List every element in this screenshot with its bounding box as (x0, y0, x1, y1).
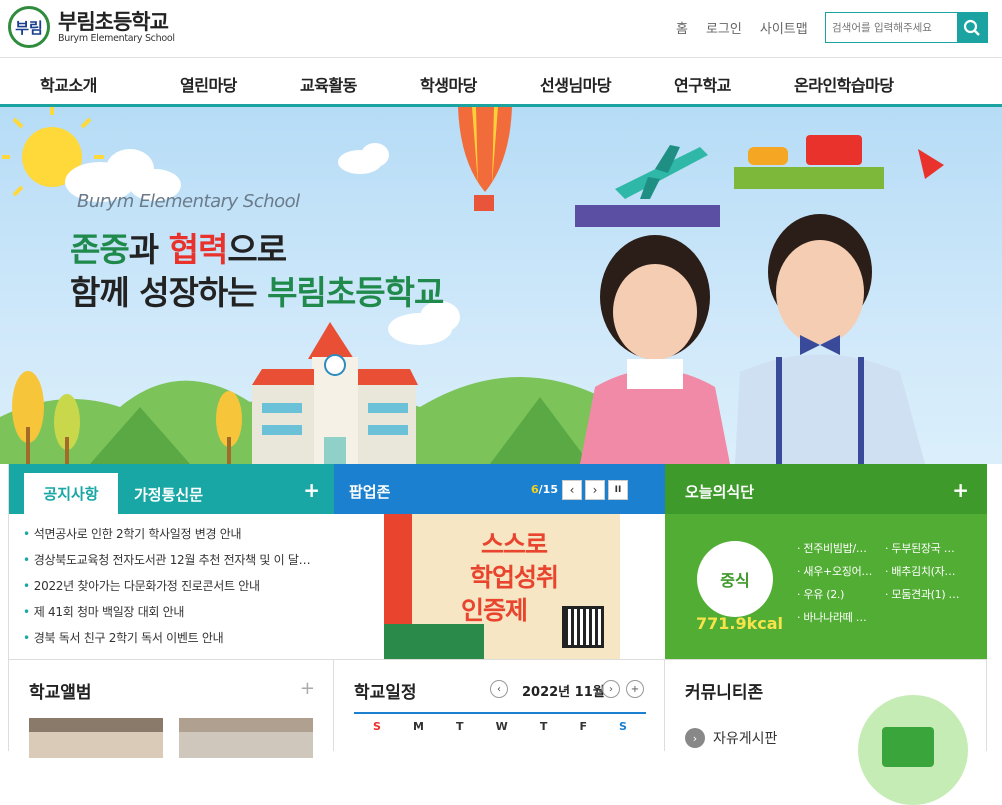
school-emblem-icon: 부림 (8, 6, 50, 48)
album-thumbnail[interactable] (29, 718, 163, 758)
sitemap-link[interactable]: 사이트맵 (760, 18, 808, 37)
album-panel: 학교앨범 + (8, 659, 334, 758)
notice-panel: 공지사항 가정통신문 + 석면공사로 인한 2학기 학사일정 변경 안내 경상북… (8, 464, 334, 660)
menu-item: · 우유 (2.) (797, 588, 845, 601)
menu-item: · 새우+오징어… (797, 565, 873, 578)
main-navigation: 학교소개 열린마당 교육활동 학생마당 선생님마당 연구학교 온라인학습마당 (0, 58, 1002, 107)
album-thumbnail[interactable] (179, 718, 313, 758)
poster-line2: 학업성취 (469, 563, 559, 592)
meal-panel: 오늘의식단 + 중식 771.9kcal · 전주비빔밥/… · 새우+오징어…… (665, 464, 987, 660)
list-item[interactable]: 제 41회 청마 백일장 대회 안내 (23, 602, 313, 628)
nav-school-intro[interactable]: 학교소개 (40, 72, 97, 96)
list-item[interactable]: 2022년 찾아가는 다문화가정 진로콘서트 안내 (23, 576, 313, 602)
poster-line3: 인증제 (460, 596, 528, 625)
calendar-month: 2022년 11월 (522, 685, 605, 700)
nav-research-school[interactable]: 연구학교 (674, 72, 731, 96)
popup-pager: 6/15 (531, 483, 558, 496)
popup-zone-panel: 팝업존 6/15 ‹ › II 스스로 학업성취 인증제 (334, 464, 665, 660)
menu-item: · 모둠견과(1) … (885, 588, 960, 601)
meal-kcal: 771.9kcal (696, 614, 784, 633)
popup-pause-button[interactable]: II (608, 480, 628, 500)
search-button[interactable] (957, 13, 987, 42)
calendar-weekdays: SMTWTFS (373, 720, 627, 733)
meal-more-button[interactable]: + (952, 478, 969, 502)
menu-item: · 두부된장국 … (885, 542, 955, 555)
calendar-prev-button[interactable]: ‹ (490, 680, 508, 698)
nav-students[interactable]: 학생마당 (420, 72, 477, 96)
search-icon (963, 19, 980, 36)
nav-teachers[interactable]: 선생님마당 (540, 72, 612, 96)
home-link[interactable]: 홈 (676, 18, 688, 37)
tab-newsletter[interactable]: 가정통신문 (134, 484, 203, 505)
site-header: 부림 부림초등학교 Burym Elementary School 홈 로그인 … (0, 0, 1002, 58)
small-plane-icon (918, 149, 944, 179)
schedule-panel: 학교일정 ‹ 2022년 11월 › + SMTWTFS (334, 659, 665, 751)
community-panel: 커뮤니티존 › 자유게시판 (665, 659, 987, 805)
search-box (825, 12, 988, 43)
calendar-add-button[interactable]: + (626, 680, 644, 698)
hero-banner: Burym Elementary School 존중과 협력으로 함께 성장하는… (0, 107, 1002, 464)
logo-title: 부림초등학교 (58, 9, 169, 34)
album-more-button[interactable]: + (300, 678, 315, 699)
popup-zone-title: 팝업존 (349, 483, 391, 501)
menu-item: · 전주비빔밥/… (797, 542, 867, 555)
hero-headline-line2: 함께 성장하는 부림초등학교 (70, 273, 444, 312)
album-title: 학교앨범 (29, 683, 92, 703)
logo-subtitle: Burym Elementary School (58, 32, 175, 44)
poster-line1: 스스로 (480, 530, 548, 559)
site-logo[interactable]: 부림 부림초등학교 Burym Elementary School (8, 6, 175, 48)
menu-item: · 배추김치(자… (885, 565, 956, 578)
list-item[interactable]: 경북 독서 친구 2학기 독서 이벤트 안내 (23, 628, 313, 654)
list-item[interactable]: 석면공사로 인한 2학기 학사일정 변경 안내 (23, 524, 313, 550)
schedule-title: 학교일정 (354, 683, 417, 703)
popup-prev-button[interactable]: ‹ (562, 480, 582, 500)
airplane-icon (615, 145, 708, 199)
login-link[interactable]: 로그인 (706, 18, 742, 37)
notice-more-button[interactable]: + (303, 478, 320, 502)
community-title: 커뮤니티존 (685, 683, 764, 703)
nav-online-learning[interactable]: 온라인학습마당 (794, 72, 894, 96)
menu-item: · 바나나라떼 … (797, 611, 867, 624)
hero-subtitle: Burym Elementary School (77, 191, 300, 212)
meal-title: 오늘의식단 (685, 483, 755, 501)
hot-air-balloon-icon (458, 107, 512, 211)
qr-code-icon (562, 606, 604, 648)
notice-list: 석면공사로 인한 2학기 학사일정 변경 안내 경상북도교육청 전자도서관 12… (9, 514, 334, 654)
list-item[interactable]: 경상북도교육청 전자도서관 12월 추천 전자책 및 이 달의 … (23, 550, 313, 576)
nav-education[interactable]: 교육활동 (300, 72, 357, 96)
meal-menu-col1: · 전주비빔밥/… · 새우+오징어… · 우유 (2.) · 바나나라떼 … (797, 540, 872, 632)
meal-type-badge: 중식 (697, 541, 773, 617)
hero-headline-line1: 존중과 협력으로 (70, 230, 287, 269)
calendar-next-button[interactable]: › (602, 680, 620, 698)
school-building-icon (252, 322, 418, 464)
free-board-link[interactable]: › 자유게시판 (685, 728, 777, 748)
popup-next-button[interactable]: › (585, 480, 605, 500)
meal-menu-col2: · 두부된장국 … · 배추김치(자… · 모둠견과(1) … (885, 540, 960, 609)
popup-banner-image[interactable]: 스스로 학업성취 인증제 (384, 514, 620, 660)
chat-bubble-icon (858, 695, 968, 805)
tab-notice[interactable]: 공지사항 (24, 473, 118, 514)
utility-links: 홈 로그인 사이트맵 (676, 18, 808, 37)
arrow-right-icon: › (685, 728, 705, 748)
nav-open-yard[interactable]: 열린마당 (180, 72, 237, 96)
search-input[interactable] (826, 13, 957, 42)
